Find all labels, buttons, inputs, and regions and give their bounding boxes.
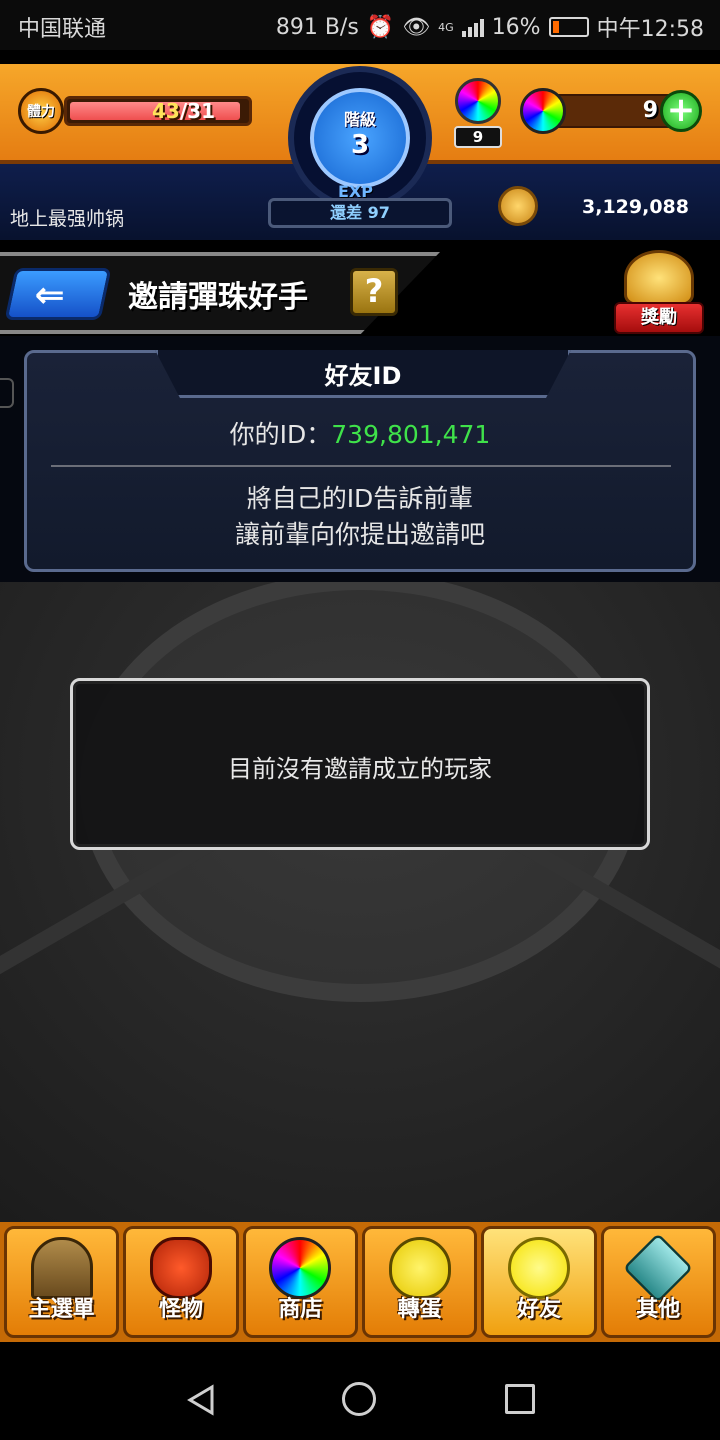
friend-balloons-icon [507, 1237, 570, 1299]
exp-remaining: 還差 97 [268, 198, 452, 228]
bottom-nav: 主選單 怪物 商店 轉蛋 好友 其他 [0, 1222, 720, 1342]
alarm-icon: ⏰ [366, 14, 395, 40]
clock: 中午12:58 [596, 17, 704, 42]
rank-value: 3 [350, 130, 370, 160]
recents-nav-icon[interactable] [505, 1384, 535, 1414]
nav-shop[interactable]: 商店 [242, 1226, 358, 1338]
back-arrow-icon: ⇐ [34, 275, 65, 316]
nav-monsters[interactable]: 怪物 [123, 1226, 239, 1338]
reward-crest-icon [624, 250, 694, 306]
stamina-text: 43/31 [152, 99, 215, 123]
orb-count: 9 [642, 98, 658, 123]
add-orb-button[interactable]: + [660, 90, 702, 132]
nav-main-menu[interactable]: 主選單 [4, 1226, 120, 1338]
orb-storage-count: 9 [454, 126, 502, 148]
back-nav-icon[interactable] [186, 1384, 216, 1416]
back-button[interactable]: ⇐ [4, 268, 112, 320]
side-tab [0, 378, 14, 408]
stamina-bar[interactable]: 43/31 [64, 96, 252, 126]
rank-label: 階級 [343, 110, 376, 129]
battery-percent: 16% [491, 14, 541, 40]
home-nav-icon[interactable] [342, 1382, 376, 1416]
panel-tab: 好友ID [155, 350, 571, 398]
home-gate-icon [30, 1237, 93, 1299]
orb-storage-button[interactable]: 9 [450, 78, 506, 150]
nav-friends[interactable]: 好友 [481, 1226, 597, 1338]
divider [51, 465, 671, 467]
help-button[interactable]: ? [350, 268, 398, 316]
your-id-value: 739,801,471 [331, 420, 491, 449]
stamina-icon: 體力 [18, 88, 64, 134]
orb-gem-icon [455, 78, 501, 124]
status-bar: 中国联通 891 B/s ⏰ 👁 4G 16% 中午12:58 [0, 0, 720, 50]
orb-icon [520, 88, 566, 134]
status-right: 891 B/s ⏰ 👁 4G 16% 中午12:58 [276, 11, 704, 43]
friend-id-panel: 好友ID 你的ID：739,801,471 將自己的ID告訴前輩 讓前輩向你提出… [24, 350, 696, 572]
egg-icon [388, 1237, 451, 1299]
network-type-icon: 4G [438, 20, 454, 34]
reward-label: 獎勵 [614, 302, 704, 334]
coin-icon [498, 186, 538, 226]
nav-gacha[interactable]: 轉蛋 [361, 1226, 478, 1338]
rainbow-orb-icon [269, 1237, 332, 1299]
empty-message: 目前沒有邀請成立的玩家 [228, 755, 492, 783]
your-id: 你的ID：739,801,471 [229, 420, 491, 449]
page-title: 邀請彈珠好手 [128, 280, 308, 315]
orb-balance: 9 + [520, 88, 704, 134]
player-name: 地上最强帅锅 [10, 208, 125, 230]
instruction-line-2: 讓前輩向你提出邀請吧 [234, 520, 485, 549]
empty-invites-box: 目前沒有邀請成立的玩家 [70, 678, 650, 850]
coin-amount: 3,129,088 [582, 196, 689, 218]
net-speed: 891 B/s [275, 14, 359, 40]
reward-button[interactable]: 獎勵 [614, 250, 704, 336]
monster-icon [149, 1237, 212, 1299]
instruction-line-1: 將自己的ID告訴前輩 [246, 484, 474, 513]
panel-title: 好友ID [324, 362, 402, 390]
eye-icon: 👁 [402, 14, 431, 40]
signal-icon [461, 17, 484, 37]
carrier-label: 中国联通 [18, 17, 107, 42]
battery-icon [548, 17, 589, 37]
nav-other[interactable]: 其他 [600, 1226, 716, 1338]
